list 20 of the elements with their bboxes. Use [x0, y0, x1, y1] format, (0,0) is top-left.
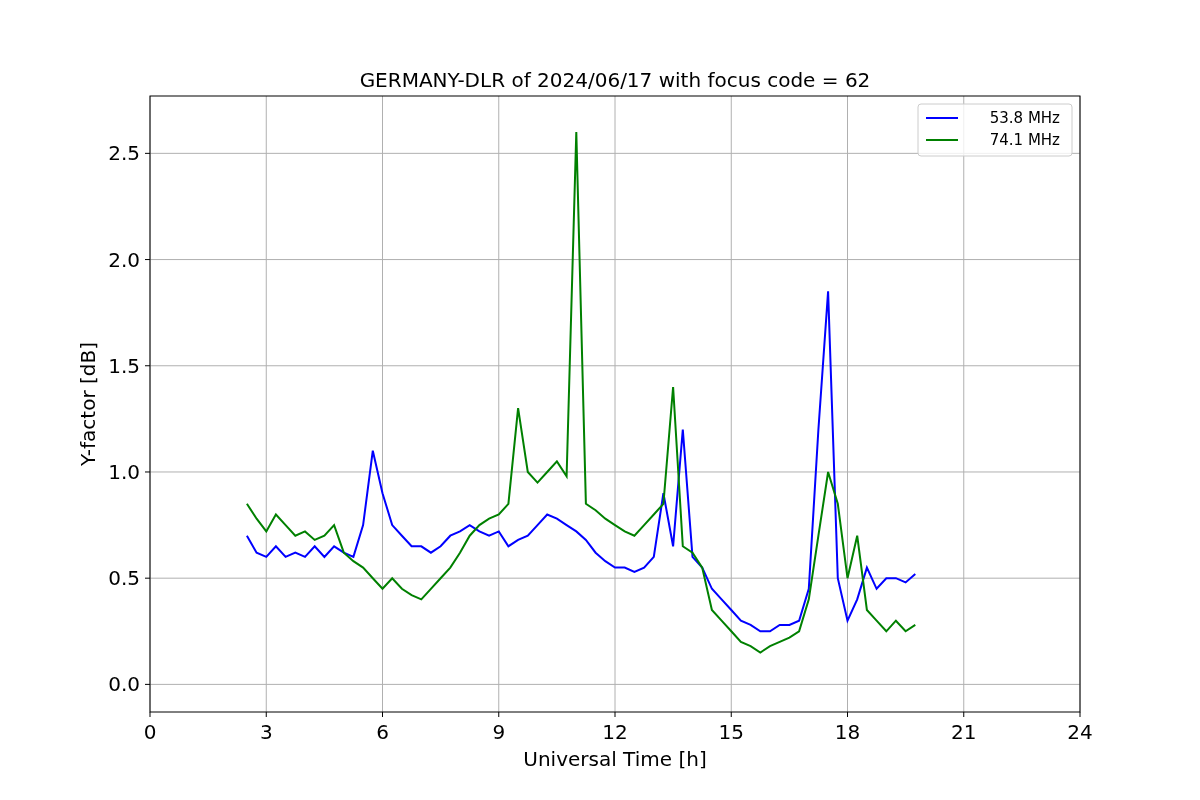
tick-label: 15	[718, 720, 744, 744]
axis-label: Universal Time [h]	[523, 747, 707, 771]
tick-label: 0.5	[108, 566, 140, 591]
tick-label: 6	[376, 720, 389, 744]
tick-label: 9	[492, 720, 506, 744]
tick-label: 12	[602, 720, 628, 744]
tick-label: 0.0	[108, 672, 140, 697]
tick-label: 1.0	[108, 459, 140, 484]
tick-label: 1.5	[108, 353, 140, 378]
tick-label: 21	[951, 720, 977, 744]
tick-label: 18	[834, 720, 861, 744]
legend-label: 53.8 MHz	[989, 109, 1060, 127]
axis-label: Y-factor [dB]	[76, 342, 100, 466]
chart-title: GERMANY-DLR of 2024/06/17 with focus code = 62	[359, 68, 871, 92]
tick-label: 2.0	[108, 247, 140, 272]
tick-label: 0	[143, 720, 157, 744]
tick-label: 2.5	[108, 141, 140, 166]
tick-label: 3	[259, 720, 273, 744]
legend-label: 74.1 MHz	[989, 131, 1060, 149]
tick-label: 24	[1067, 720, 1093, 744]
